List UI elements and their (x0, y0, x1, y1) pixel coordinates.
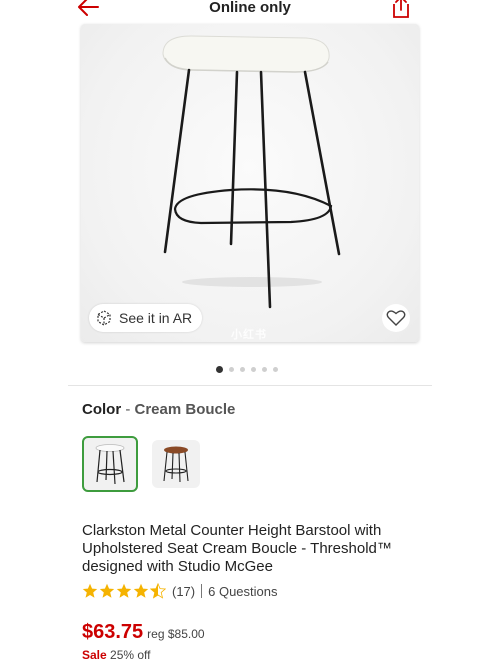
rating-row[interactable]: (17) 6 Questions (82, 583, 278, 599)
carousel-dot[interactable] (240, 367, 245, 372)
review-count[interactable]: (17) (172, 584, 195, 599)
carousel-dot[interactable] (216, 366, 223, 373)
questions-link[interactable]: 6 Questions (208, 584, 277, 599)
product-image (81, 24, 419, 342)
star-full-icon (82, 583, 98, 598)
sale-row: Sale 25% off (82, 648, 151, 662)
star-full-icon (116, 583, 132, 598)
carousel-dot[interactable] (262, 367, 267, 372)
divider (68, 385, 432, 386)
barstool-thumbnail (163, 446, 189, 483)
top-navigation-bar: Online only (0, 0, 500, 22)
color-separator: - (125, 401, 131, 418)
carousel-dot[interactable] (229, 367, 234, 372)
see-in-ar-button[interactable]: See it in AR (89, 304, 203, 332)
star-full-icon (99, 583, 115, 598)
star-rating (82, 583, 166, 599)
discount-percent: 25% off (110, 648, 151, 662)
sale-price: $63.75 (82, 621, 144, 643)
rating-divider (201, 584, 203, 598)
share-icon (393, 0, 409, 18)
sale-label: Sale (82, 648, 107, 662)
barstool-thumbnail (95, 444, 125, 485)
color-label: Color - Cream Boucle (82, 401, 235, 418)
product-image-carousel[interactable]: See it in AR 小红书 (81, 24, 419, 342)
carousel-dot[interactable] (251, 367, 256, 372)
regular-price: reg $85.00 (147, 627, 205, 641)
heart-icon (386, 310, 406, 326)
watermark: 小红书 (231, 329, 267, 341)
carousel-dot[interactable] (273, 367, 278, 372)
ar-cube-icon (97, 310, 111, 326)
ar-label: See it in AR (119, 310, 193, 326)
star-full-icon (133, 583, 149, 598)
favorite-button[interactable] (382, 304, 410, 332)
carousel-indicator (216, 366, 278, 373)
product-title: Clarkston Metal Counter Height Barstool … (82, 522, 392, 575)
color-value: Cream Boucle (134, 401, 236, 418)
color-swatch-cream-boucle[interactable] (82, 436, 138, 492)
color-swatch-brown[interactable] (152, 440, 200, 488)
star-half-icon (150, 583, 166, 599)
share-button[interactable] (390, 0, 412, 20)
price-row: $63.75 reg $85.00 (82, 621, 205, 644)
color-key: Color (82, 401, 122, 418)
page-title: Online only (209, 0, 291, 16)
barstool-image (162, 35, 341, 309)
